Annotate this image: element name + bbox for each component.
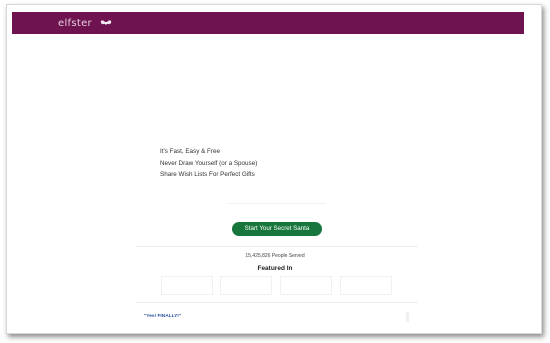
- feature-item: Share Wish Lists For Perfect Gifts: [160, 171, 255, 178]
- carousel-edge: [406, 312, 409, 322]
- press-logo: [161, 276, 213, 295]
- elfster-logo[interactable]: elfster: [58, 18, 92, 29]
- start-secret-santa-button[interactable]: Start Your Secret Santa: [232, 222, 322, 236]
- divider: [136, 246, 418, 247]
- top-bar: elfster: [12, 12, 524, 34]
- divider: [136, 302, 418, 303]
- feature-item: It's Fast, Easy & Free: [160, 148, 220, 155]
- faint-divider: [228, 196, 326, 204]
- feature-list: It's Fast, Easy & Free Never Draw Yourse…: [160, 146, 360, 181]
- testimonial-quote: "Yes! FINALLY!": [144, 314, 182, 319]
- press-logos: [160, 276, 394, 296]
- gift-bow-icon: [100, 20, 112, 25]
- press-logo: [280, 276, 332, 295]
- featured-in-title: Featured In: [257, 265, 293, 272]
- press-logo: [220, 276, 272, 295]
- people-served-count: 15,425,826 People Served: [245, 253, 305, 259]
- feature-item: Never Draw Yourself (or a Spouse): [160, 159, 258, 167]
- press-logo: [340, 276, 392, 295]
